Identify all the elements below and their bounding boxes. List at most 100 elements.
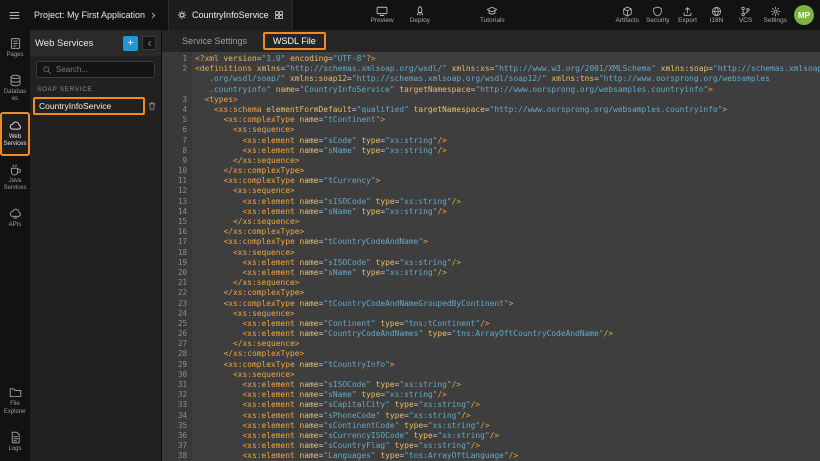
wsdl-editor[interactable]: 1234567891011121314151617181920212223242… [162,52,820,461]
sidebar-item-label: APIs [9,222,22,229]
code-line: <?xml version="1.0" encoding="UTF-8"?> [195,54,820,64]
main-area: Service SettingsWSDL File 12345678910111… [162,30,820,461]
section-label: SOAP SERVICE [30,81,161,96]
line-number: 21 [162,278,187,288]
topbar-action-security[interactable]: Security [646,6,669,25]
sidebar-item-label: Java Services [3,178,27,192]
topbar-action-label: Security [646,18,669,25]
topbar-action-label: I18N [710,18,724,25]
sidebar-item-apis[interactable]: APIs [0,200,30,237]
code-line: <types> [195,95,820,105]
project-switcher[interactable]: Project: My First Application [28,10,164,20]
code-line: <xs:element name="CountryCodeAndNames" t… [195,329,820,339]
line-number: 20 [162,268,187,278]
topbar-action-label: Tutorials [480,18,505,25]
topbar-action-preview[interactable]: Preview [371,5,394,25]
deploy-icon [414,5,426,17]
sidebar-item-logs[interactable]: Logs [0,424,30,461]
line-number [162,85,187,95]
line-number: 12 [162,186,187,196]
line-number: 31 [162,380,187,390]
sidebar-item-java-services[interactable]: Java Services [0,156,30,200]
topbar-action-label: Deploy [410,18,430,25]
code-line: <xs:sequence> [195,370,820,380]
code-line: .countryinfo" name="CountryInfoService" … [195,85,820,95]
panel-title: Web Services [35,38,119,49]
apis-icon [9,207,22,220]
sidebar-item-pages[interactable]: Pages [0,30,30,67]
code-line: </xs:sequence> [195,217,820,227]
code-line: <xs:element name="sCode" type="xs:string… [195,136,820,146]
search-input[interactable] [56,65,149,74]
line-number: 35 [162,421,187,431]
code-line: <xs:element name="Continent" type="tns:t… [195,319,820,329]
code-line: <xs:sequence> [195,309,820,319]
topbar-action-label: Settings [764,18,788,25]
sidebar-item-label: Web Services [3,134,27,148]
tutorials-icon [486,5,498,17]
line-number: 23 [162,299,187,309]
panel-header: Web Services + [30,30,161,56]
code-line: </xs:sequence> [195,339,820,349]
sidebar-item-file-explorer[interactable]: File Explorer [0,379,30,423]
preview-icon [376,5,388,17]
topbar-action-vcs[interactable]: VCS [735,6,757,25]
code-line: <xs:element name="sContinentCode" type="… [195,421,820,431]
file-explorer-icon [9,386,22,399]
line-number: 27 [162,339,187,349]
code-line: <xs:sequence> [195,248,820,258]
line-number: 24 [162,309,187,319]
topbar-action-tutorials[interactable]: Tutorials [480,5,505,25]
tab-service-settings[interactable]: Service Settings [172,32,257,50]
topbar-action-label: Artifacts [616,18,639,25]
code-line: <xs:element name="Languages" type="tns:A… [195,451,820,461]
code-line: <xs:element name="sCurrencyISOCode" type… [195,431,820,441]
code-line: </xs:complexType> [195,166,820,176]
service-list-item[interactable]: CountryInfoService [33,97,158,115]
line-number-gutter: 1234567891011121314151617181920212223242… [162,52,192,461]
topbar-action-deploy[interactable]: Deploy [410,5,430,25]
sidebar-item-label: File Explorer [3,401,27,415]
line-number: 17 [162,237,187,247]
code-line: <xs:sequence> [195,125,820,135]
topbar-action-export[interactable]: Export [677,6,699,25]
line-number: 28 [162,349,187,359]
sidebar-item-web-services[interactable]: Web Services [0,112,30,156]
code-line: <xs:element name="sCapitalCity" type="xs… [195,400,820,410]
tab-wsdl-file[interactable]: WSDL File [263,32,326,50]
code-line: </xs:sequence> [195,156,820,166]
add-service-button[interactable]: + [123,36,138,51]
code-line: <xs:element name="sName" type="xs:string… [195,390,820,400]
web-services-icon [9,119,22,132]
main-menu-button[interactable] [0,0,28,30]
topbar-actions: Preview Deploy Tutorials [371,5,505,25]
topbar-action-i18n[interactable]: I18N [706,6,728,25]
code-line: <xs:element name="sISOCode" type="xs:str… [195,258,820,268]
line-number: 2 [162,64,187,74]
user-avatar[interactable]: MP [794,5,814,25]
code-line: <xs:schema elementFormDefault="qualified… [195,105,820,115]
line-number: 32 [162,390,187,400]
topbar: Project: My First Application CountryInf… [0,0,820,30]
line-number: 9 [162,156,187,166]
grid-icon[interactable] [274,10,284,20]
sidebar-bottom: File Explorer Logs [0,379,30,461]
line-number: 22 [162,288,187,298]
collapse-panel-button[interactable] [142,36,156,50]
open-service-tab[interactable]: CountryInfoService [168,0,293,30]
topbar-action-settings[interactable]: Settings [764,6,788,25]
service-name[interactable]: CountryInfoService [33,97,145,115]
code-line: </xs:sequence> [195,278,820,288]
export-icon [682,6,693,17]
line-number: 8 [162,146,187,156]
delete-service-button[interactable] [147,101,158,111]
sidebar-item-databases[interactable]: Databases [0,67,30,111]
sidebar-item-label: Logs [8,446,21,453]
topbar-action-artifacts[interactable]: Artifacts [616,6,639,25]
topbar-action-label: Preview [371,18,394,25]
service-list: CountryInfoService [30,96,161,116]
databases-icon [9,74,22,87]
topbar-action-label: VCS [739,18,752,25]
line-number: 1 [162,54,187,64]
code-area: <?xml version="1.0" encoding="UTF-8"?><d… [192,52,820,461]
